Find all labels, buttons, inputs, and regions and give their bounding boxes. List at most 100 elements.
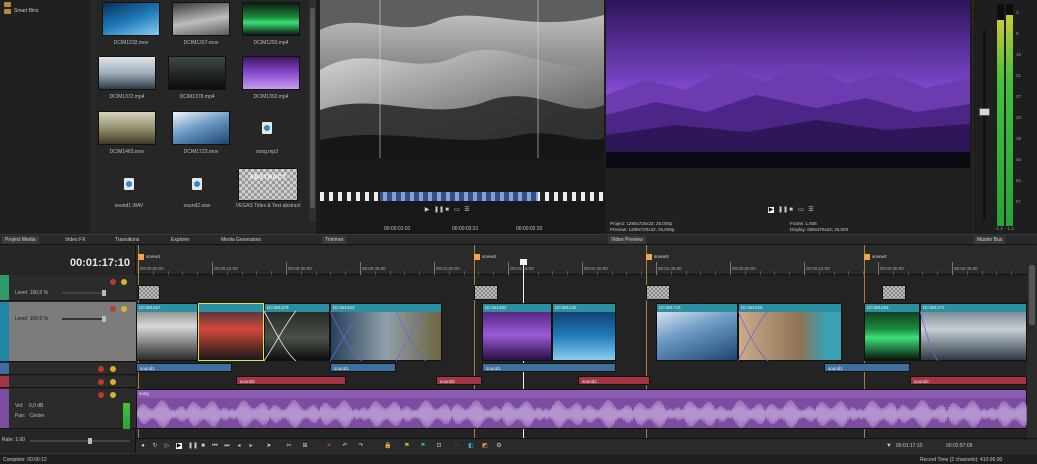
timeline-vertical-scrollbar[interactable] xyxy=(1027,245,1037,438)
tab-video-preview[interactable]: Video Preview xyxy=(608,236,646,244)
rate-slider[interactable] xyxy=(30,438,130,444)
scroll-thumb[interactable] xyxy=(310,8,315,208)
play-icon[interactable]: ▶ xyxy=(176,443,182,449)
track-header-2[interactable]: Level: 100,0 % xyxy=(0,302,136,362)
tab-explorer[interactable]: Explorer xyxy=(168,236,193,244)
track-header-audio-2[interactable] xyxy=(0,376,136,388)
mute-icon[interactable] xyxy=(110,306,116,312)
overlay-clip[interactable] xyxy=(138,285,160,300)
solo-icon[interactable] xyxy=(110,366,116,372)
track-level-slider[interactable] xyxy=(62,316,106,322)
solo-icon[interactable] xyxy=(110,392,116,398)
media-thumb-0[interactable] xyxy=(102,2,160,36)
timeline[interactable]: scene1 scene2 scene3 scene4 00:00:00:00 00:00… xyxy=(136,245,1027,438)
audio-file-icon[interactable] xyxy=(124,178,134,190)
loop-icon[interactable]: ↻ xyxy=(152,443,158,449)
prev-frame-icon[interactable]: ◂ xyxy=(236,443,242,449)
undo-icon[interactable]: ↶ xyxy=(342,443,348,449)
solo-icon[interactable] xyxy=(110,379,116,385)
track-color-grip[interactable] xyxy=(0,275,9,300)
tab-transitions[interactable]: Transitions xyxy=(112,236,142,244)
track-color-grip[interactable] xyxy=(0,376,9,387)
media-thumb-4[interactable] xyxy=(168,56,226,90)
tab-master-bus[interactable]: Master Bus xyxy=(974,236,1006,244)
track-color-grip[interactable] xyxy=(0,363,9,374)
media-thumb-6[interactable] xyxy=(98,111,156,145)
audio-clip[interactable]: sound2 xyxy=(910,376,1027,385)
settings-icon[interactable]: ⚙ xyxy=(496,443,502,449)
audio-clip[interactable]: sound1 xyxy=(330,363,396,372)
redo-icon[interactable]: ↷ xyxy=(358,443,364,449)
mute-icon[interactable] xyxy=(98,366,104,372)
track-level-slider[interactable] xyxy=(62,290,106,296)
solo-icon[interactable] xyxy=(121,279,127,285)
menu-icon[interactable]: ☰ xyxy=(808,207,814,213)
track-header-audio-1[interactable] xyxy=(0,363,136,375)
solo-icon[interactable] xyxy=(121,306,127,312)
audio-clip[interactable]: sound1 xyxy=(136,363,232,372)
region-icon[interactable]: ⚑ xyxy=(420,443,426,449)
mute-icon[interactable] xyxy=(110,279,116,285)
track-header-song[interactable]: Vol: 0,0 dB Pan: Center xyxy=(0,389,136,429)
media-thumb-7[interactable] xyxy=(172,111,230,145)
track-color-grip[interactable] xyxy=(0,302,9,361)
next-frame-icon[interactable]: ▸ xyxy=(248,443,254,449)
slider-thumb[interactable] xyxy=(102,290,106,296)
audio-clip[interactable]: sound1 xyxy=(482,363,616,372)
magnet-icon[interactable]: ∩ xyxy=(454,443,460,449)
song-clip[interactable]: song xyxy=(136,389,1027,429)
record-icon[interactable]: ● xyxy=(140,443,146,449)
cursor-tool-icon[interactable]: ➤ xyxy=(266,443,272,449)
play-icon[interactable]: ▶ xyxy=(424,207,430,213)
trimmer-selection[interactable] xyxy=(380,192,538,201)
master-fader-knob[interactable] xyxy=(979,108,990,116)
loop-icon[interactable]: ▭ xyxy=(798,207,804,213)
overlay-clip[interactable] xyxy=(646,285,670,300)
stop-icon[interactable]: ■ xyxy=(444,207,450,213)
envelope-icon[interactable]: ◩ xyxy=(482,443,488,449)
trim-icon[interactable]: ⊞ xyxy=(302,443,308,449)
tree-smart-bins[interactable]: Smart Bins xyxy=(4,8,38,14)
track-color-grip[interactable] xyxy=(0,389,9,428)
audio-file-icon[interactable] xyxy=(192,178,202,190)
media-thumb-2[interactable] xyxy=(242,2,300,36)
tab-video-fx[interactable]: Video FX xyxy=(62,236,88,244)
audio-clip[interactable]: sound2 xyxy=(236,376,346,385)
mute-icon[interactable] xyxy=(98,392,104,398)
playhead-handle[interactable] xyxy=(520,259,527,265)
play-from-start-icon[interactable]: ▷ xyxy=(164,443,170,449)
pause-icon[interactable]: ❚❚ xyxy=(434,207,444,213)
media-scrollbar[interactable] xyxy=(309,0,316,222)
go-to-end-icon[interactable]: ⏭ xyxy=(224,443,230,449)
audio-clip[interactable]: sound2 xyxy=(436,376,482,385)
slider-thumb[interactable] xyxy=(88,438,92,444)
overlay-clip[interactable] xyxy=(474,285,498,300)
scroll-thumb[interactable] xyxy=(1029,265,1035,325)
tab-trimmer[interactable]: Trimmer xyxy=(322,236,347,244)
timeline-ruler[interactable]: scene1 scene2 scene3 scene4 00:00:00:00 00:00… xyxy=(136,245,1027,275)
lock-icon[interactable]: 🔒 xyxy=(384,443,391,449)
media-thumb-1[interactable] xyxy=(172,2,230,36)
ripple-icon[interactable]: ◧ xyxy=(468,443,474,449)
media-thumb-title[interactable]: ABSTRACT xyxy=(238,168,298,201)
audio-clip[interactable]: sound2 xyxy=(578,376,650,385)
mute-icon[interactable] xyxy=(98,379,104,385)
go-to-start-icon[interactable]: ⏮ xyxy=(212,443,218,449)
overlay-clip[interactable] xyxy=(882,285,906,300)
marker-icon[interactable]: ⚑ xyxy=(404,443,410,449)
tab-media-generators[interactable]: Media Generators xyxy=(218,236,264,244)
menu-icon[interactable]: ☰ xyxy=(464,207,470,213)
slider-thumb[interactable] xyxy=(102,316,106,322)
stop-icon[interactable]: ■ xyxy=(200,443,206,449)
play-icon[interactable]: ▶ xyxy=(768,207,774,213)
delete-icon[interactable]: ✕ xyxy=(326,443,332,449)
tab-project-media[interactable]: Project Media xyxy=(2,236,39,244)
media-thumb-5[interactable] xyxy=(242,56,300,90)
audio-clip[interactable]: sound1 xyxy=(824,363,910,372)
pause-icon[interactable]: ❚❚ xyxy=(778,207,788,213)
track-header-1[interactable]: Level: 100,0 % xyxy=(0,275,136,301)
loop-icon[interactable]: ▭ xyxy=(454,207,460,213)
media-thumb-3[interactable] xyxy=(98,56,156,90)
pause-icon[interactable]: ❚❚ xyxy=(188,443,198,449)
split-icon[interactable]: ✂ xyxy=(286,443,292,449)
